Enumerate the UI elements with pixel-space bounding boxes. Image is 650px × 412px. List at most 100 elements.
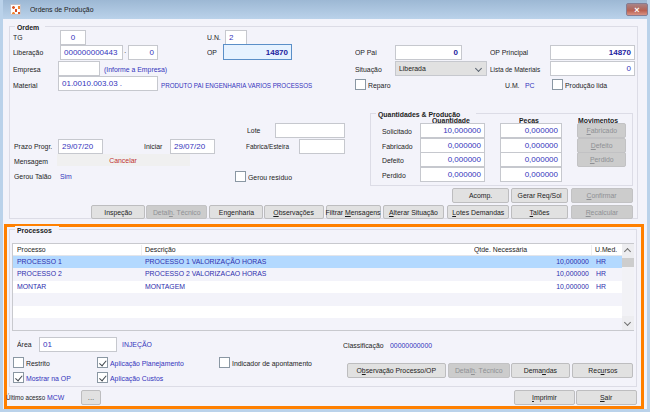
app-icon — [10, 4, 21, 15]
liberacao-separator: · — [124, 48, 127, 57]
reparo-checkbox[interactable] — [355, 79, 366, 90]
um-label: U.M. — [505, 81, 522, 90]
defeito-button[interactable]: Defeito — [577, 138, 626, 153]
restrito-checkbox[interactable] — [13, 357, 24, 368]
col-qtde-necessaria: Qtde. Necessária — [474, 245, 536, 255]
op-label: OP — [207, 48, 219, 57]
op-pai-input[interactable]: 0 — [395, 45, 462, 60]
fabricado-pecas-input[interactable]: 0,000000 — [500, 138, 562, 153]
fabricado-label: Fabricado — [382, 142, 418, 151]
gerou-residuo-label: Gerou resíduo — [248, 173, 299, 182]
defeito-pecas-input[interactable]: 0,000000 — [500, 152, 562, 167]
material-input[interactable]: 01.0010.003.03 . — [58, 76, 158, 91]
reparo-label: Reparo — [368, 81, 394, 90]
alterar-situacao-button[interactable]: Alterar Situação — [383, 205, 444, 219]
gerar-req-sol-button[interactable]: Gerar Req/Sol — [511, 188, 568, 203]
observacao-processo-op-button[interactable]: Observação Processo/OP — [347, 363, 446, 378]
sair-button[interactable]: Sair — [576, 390, 637, 405]
empresa-hint: (Informe a Empresa) — [104, 65, 177, 74]
prazo-label: Prazo Progr. — [14, 142, 58, 151]
col-processo: Processo — [17, 245, 50, 255]
imprimir-button[interactable]: Imprimir — [514, 390, 575, 405]
table-row-selected[interactable]: PROCESSO 1 PROCESSO 1 VALORIZAÇÃO HORAS … — [13, 256, 622, 268]
iniciar-input[interactable]: 29/07/20 — [170, 139, 215, 154]
op-pai-label: OP Pai — [355, 48, 380, 57]
table-row[interactable]: PROCESSO 2 PROCESSO 2 VALORIZACAO HORAS … — [13, 268, 622, 280]
liberacao-input[interactable]: 000000000443 — [60, 45, 123, 60]
solicitado-pecas-input[interactable]: 0,000000 — [500, 123, 562, 138]
scroll-thumb[interactable] — [622, 258, 634, 267]
mostrar-na-op-checkbox[interactable] — [13, 372, 24, 383]
lista-materiais-label: Lista de Materiais — [490, 65, 553, 74]
aplicacao-planejamento-label: Aplicação Planejamento — [110, 359, 196, 368]
gerou-talao-label: Gerou Talão — [14, 172, 57, 181]
situacao-label: Situação — [355, 65, 386, 74]
lotes-demandas-button[interactable]: Lotes Demandas — [447, 205, 509, 219]
recalcular-button[interactable]: Recalcular — [571, 205, 633, 219]
inspecao-button[interactable]: Inspeção — [91, 205, 145, 219]
title-bar: Ordens de Produção × — [3, 0, 647, 19]
groupbox-processos-title: Processos — [15, 226, 59, 235]
aplicacao-custos-checkbox[interactable] — [97, 372, 108, 383]
empresa-label: Empresa — [13, 65, 45, 74]
table-row-empty — [13, 293, 622, 305]
window-title: Ordens de Produção — [30, 5, 104, 14]
col-umed: U.Med. — [595, 245, 621, 255]
solicitado-quantidade-input[interactable]: 10,000000 — [420, 123, 485, 138]
material-desc: PRODUTO PAI ENGENHARIA VARIOS PROCESSOS — [161, 81, 355, 90]
gerou-residuo-checkbox[interactable] — [235, 171, 246, 182]
observacoes-button[interactable]: Observações — [264, 205, 324, 219]
producao-lida-checkbox[interactable] — [552, 79, 563, 90]
acomp-button[interactable]: Acomp. — [452, 188, 509, 203]
recursos-button[interactable]: Recursos — [572, 363, 633, 378]
browse-button[interactable]: ... — [81, 390, 101, 405]
area-input[interactable]: 01 — [39, 337, 117, 352]
filtrar-mensagens-button[interactable]: Filtrar Mensagens — [326, 205, 381, 219]
producao-lida-label: Produção lida — [565, 81, 614, 90]
processos-table: Processo Descrição Qtde. Necessária U.Me… — [12, 243, 634, 331]
defeito-quantidade-input[interactable]: 0,000000 — [420, 152, 485, 167]
op-input[interactable]: 14870 — [223, 44, 292, 60]
solicitado-label: Solicitado — [382, 127, 417, 136]
indicador-apontamento-checkbox[interactable] — [219, 357, 230, 368]
scroll-down-icon[interactable] — [622, 316, 634, 330]
classificacao-value: 00000000000 — [390, 341, 439, 350]
liberacao-label: Liberação — [13, 48, 48, 57]
liberacao-seq-input[interactable]: 0 — [128, 45, 158, 60]
demandas-button[interactable]: Demandas — [511, 363, 570, 378]
material-label: Material — [13, 81, 41, 90]
perdido-button[interactable]: Perdido — [577, 152, 626, 167]
confirmar-button[interactable]: Confirmar — [571, 188, 633, 203]
op-principal-input[interactable]: 14870 — [550, 45, 635, 60]
area-desc: INJEÇÃO — [122, 340, 157, 349]
detalh-tecnico-processo-button[interactable]: Detalh. Técnico — [448, 363, 510, 378]
op-principal-label: OP Principal — [490, 48, 534, 57]
col-descricao: Descrição — [145, 245, 181, 255]
mensagem-box: Cancelar — [57, 154, 190, 166]
lista-materiais-input[interactable]: 0 — [550, 61, 635, 76]
perdido-pecas-input[interactable]: 0,000000 — [500, 167, 562, 182]
lote-label: Lote — [247, 126, 263, 135]
empresa-input[interactable] — [58, 61, 100, 76]
engenharia-button[interactable]: Engenharia — [209, 205, 263, 219]
iniciar-label: Iniciar — [144, 142, 165, 151]
scroll-up-icon[interactable] — [622, 244, 634, 258]
table-scrollbar[interactable] — [622, 244, 634, 330]
lote-input[interactable] — [275, 123, 345, 138]
detalh-tecnico-button[interactable]: Detalh. Técnico — [146, 205, 207, 219]
fabricado-quantidade-input[interactable]: 0,000000 — [420, 138, 485, 153]
mostrar-na-op-label: Mostrar na OP — [26, 374, 78, 383]
un-input[interactable]: 2 — [225, 30, 247, 45]
fabrica-esteira-input[interactable] — [299, 139, 345, 154]
perdido-quantidade-input[interactable]: 0,000000 — [420, 167, 485, 182]
taloes-button[interactable]: Talões — [511, 205, 568, 219]
tg-input[interactable]: 0 — [60, 30, 86, 45]
situacao-select[interactable]: Liberada — [395, 61, 487, 76]
perdido-label: Perdido — [382, 171, 410, 180]
aplicacao-custos-label: Aplicação Custos — [110, 374, 172, 383]
close-button[interactable]: × — [626, 3, 648, 16]
table-row[interactable]: MONTAR MONTAGEM 10,000000 HR — [13, 281, 622, 293]
aplicacao-planejamento-checkbox[interactable] — [97, 357, 108, 368]
fabricado-button[interactable]: Fabricado — [577, 123, 626, 138]
prazo-input[interactable]: 29/07/20 — [58, 139, 103, 154]
